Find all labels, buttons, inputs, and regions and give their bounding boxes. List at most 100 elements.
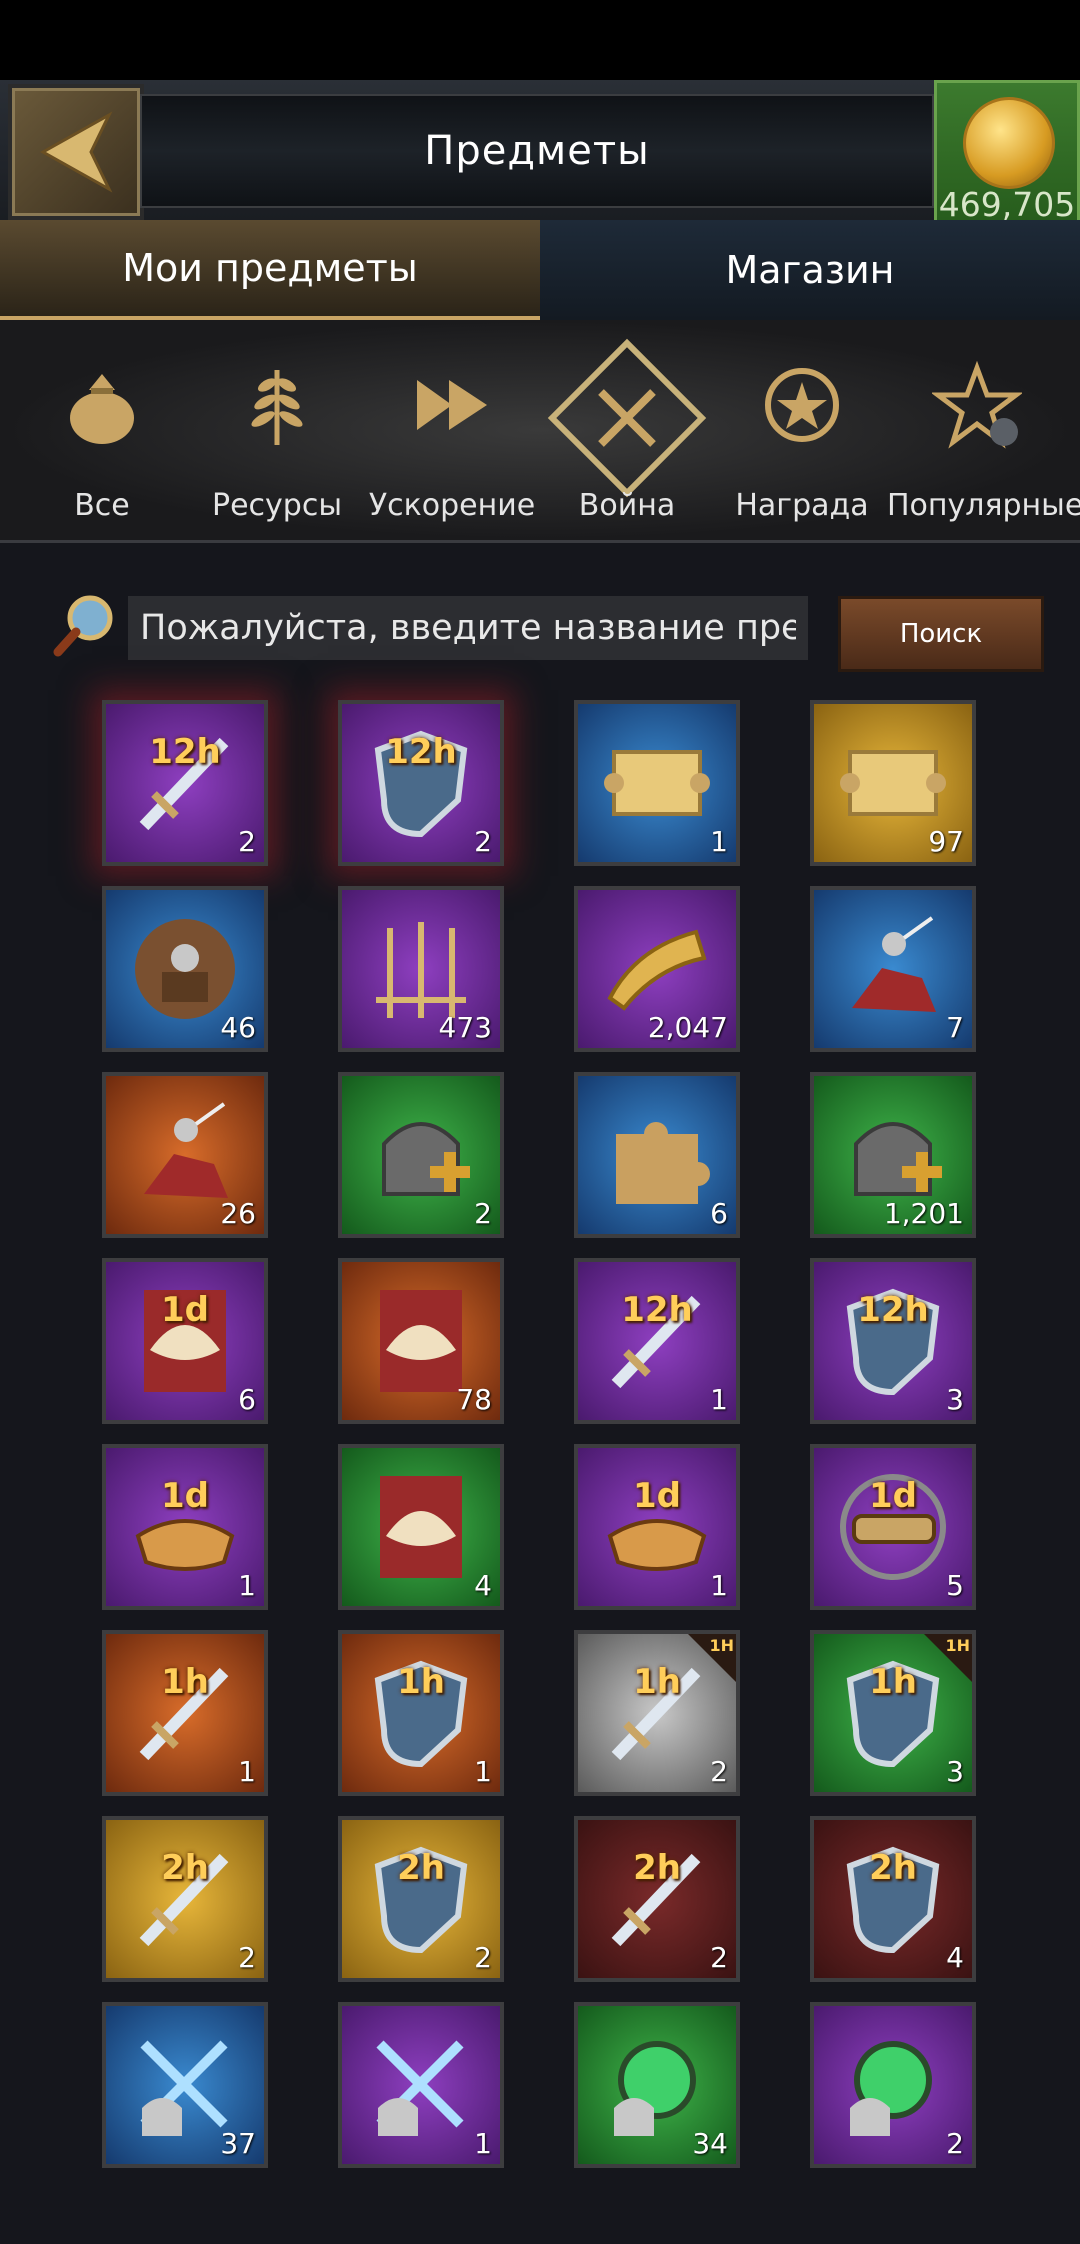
item-tile[interactable]: 1,201 <box>810 1072 976 1238</box>
item-count: 1 <box>474 1755 492 1788</box>
item-timer: 12h <box>621 1290 693 1330</box>
wheat-icon <box>222 350 332 460</box>
item-count: 26 <box>220 1197 256 1230</box>
item-count: 1 <box>710 1569 728 1602</box>
helmet-blades-icon <box>376 2040 464 2136</box>
tab-shop[interactable]: Магазин <box>540 220 1080 320</box>
item-tile[interactable]: 37 <box>102 2002 268 2168</box>
item-count: 1,201 <box>883 1197 964 1230</box>
item-tile[interactable]: 1 <box>338 2002 504 2168</box>
tab-my-items[interactable]: Мои предметы <box>0 220 540 320</box>
item-tile[interactable]: 26 <box>102 1072 268 1238</box>
item-count: 473 <box>438 1011 492 1044</box>
category-resources[interactable]: Ресурсы <box>187 320 367 540</box>
item-tile[interactable]: 2h 4 <box>810 1816 976 1982</box>
item-timer: 1d <box>869 1476 917 1516</box>
item-grid: 12h 2 12h 2 1 97 46 473 2,047 7 26 2 6 1,201 1d 6 78 12h 1… <box>0 700 1080 2244</box>
gold-coin-icon <box>963 97 1055 189</box>
category-speedup[interactable]: Ускорение <box>362 320 542 540</box>
knight-icon <box>852 916 936 1012</box>
item-count: 1 <box>474 2127 492 2160</box>
item-timer: 1d <box>161 1290 209 1330</box>
fast-forward-icon <box>397 350 507 460</box>
item-count: 4 <box>474 1569 492 1602</box>
category-label: Ускорение <box>368 488 536 523</box>
item-count: 37 <box>220 2127 256 2160</box>
item-count: 1 <box>238 1569 256 1602</box>
item-tile[interactable]: 46 <box>102 886 268 1052</box>
category-popular[interactable]: Популярные <box>887 320 1080 540</box>
item-tile[interactable]: 12h 3 <box>810 1258 976 1424</box>
top-bar: Предметы 469,705 <box>0 80 1080 236</box>
category-all[interactable]: Все <box>12 320 192 540</box>
star-icon <box>922 350 1032 460</box>
search-input[interactable] <box>128 596 808 660</box>
item-count: 1 <box>710 1383 728 1416</box>
item-tile[interactable]: 78 <box>338 1258 504 1424</box>
item-timer: 1d <box>633 1476 681 1516</box>
item-tile[interactable]: 1d 1 <box>102 1444 268 1610</box>
item-timer: 12h <box>149 732 221 772</box>
item-count: 3 <box>946 1755 964 1788</box>
item-count: 5 <box>946 1569 964 1602</box>
back-button[interactable] <box>8 84 144 220</box>
category-label: Популярные <box>887 488 1080 523</box>
item-tile[interactable]: 1d 5 <box>810 1444 976 1610</box>
item-count: 46 <box>220 1011 256 1044</box>
item-tile[interactable]: 1h 1 <box>338 1630 504 1796</box>
item-tile[interactable]: 1h 1 <box>102 1630 268 1796</box>
duration-corner-label: 1H <box>709 1636 734 1655</box>
item-count: 2 <box>474 1941 492 1974</box>
item-tile[interactable]: 6 <box>574 1072 740 1238</box>
item-tile[interactable]: 12h 2 <box>338 700 504 866</box>
item-timer: 12h <box>385 732 457 772</box>
crossed-swords-icon <box>547 338 707 498</box>
helmet-plus-icon <box>382 1122 470 1196</box>
item-tile[interactable]: 2 <box>810 2002 976 2168</box>
item-timer: 1h <box>633 1662 681 1702</box>
item-tile[interactable]: 2,047 <box>574 886 740 1052</box>
item-tile[interactable]: 97 <box>810 700 976 866</box>
category-war[interactable]: Война <box>537 320 717 540</box>
item-tile[interactable]: 1H 1h 3 <box>810 1630 976 1796</box>
category-label: Награда <box>735 488 869 523</box>
item-count: 6 <box>710 1197 728 1230</box>
item-timer: 2h <box>633 1848 681 1888</box>
item-count: 3 <box>946 1383 964 1416</box>
back-arrow-icon <box>39 111 113 193</box>
category-label: Война <box>578 488 676 523</box>
item-tile[interactable]: 12h 1 <box>574 1258 740 1424</box>
search-button[interactable]: Поиск <box>838 596 1044 672</box>
item-tile[interactable]: 1H 1h 2 <box>574 1630 740 1796</box>
item-count: 97 <box>928 825 964 858</box>
item-tile[interactable]: 12h 2 <box>102 700 268 866</box>
item-tile[interactable]: 2 <box>338 1072 504 1238</box>
search-icon[interactable] <box>50 590 120 660</box>
item-count: 2,047 <box>647 1011 728 1044</box>
category-label: Все <box>74 488 130 523</box>
puzzle-icon <box>616 1122 710 1204</box>
duration-corner-label: 1H <box>945 1636 970 1655</box>
dove-icon <box>380 1476 462 1578</box>
item-timer: 2h <box>869 1848 917 1888</box>
gold-balance[interactable]: 469,705 <box>934 80 1080 236</box>
item-count: 34 <box>692 2127 728 2160</box>
item-tile[interactable]: 473 <box>338 886 504 1052</box>
gold-amount: 469,705 <box>938 185 1076 224</box>
item-tile[interactable]: 2h 2 <box>574 1816 740 1982</box>
item-timer: 1h <box>869 1662 917 1702</box>
item-tile[interactable]: 1d 6 <box>102 1258 268 1424</box>
item-tile[interactable]: 2h 2 <box>338 1816 504 1982</box>
item-tile[interactable]: 7 <box>810 886 976 1052</box>
item-tile[interactable]: 2h 2 <box>102 1816 268 1982</box>
item-tile[interactable]: 4 <box>338 1444 504 1610</box>
search-row: Поиск <box>0 580 1080 672</box>
item-tile[interactable]: 34 <box>574 2002 740 2168</box>
page-title: Предметы <box>140 94 934 208</box>
category-reward[interactable]: Награда <box>712 320 892 540</box>
item-tile[interactable]: 1d 1 <box>574 1444 740 1610</box>
star-badge-icon <box>747 350 857 460</box>
category-label: Ресурсы <box>211 488 343 523</box>
item-tile[interactable]: 1 <box>574 700 740 866</box>
category-bar: Все Ресурсы Ускорение Война Награда Попу… <box>0 320 1080 543</box>
